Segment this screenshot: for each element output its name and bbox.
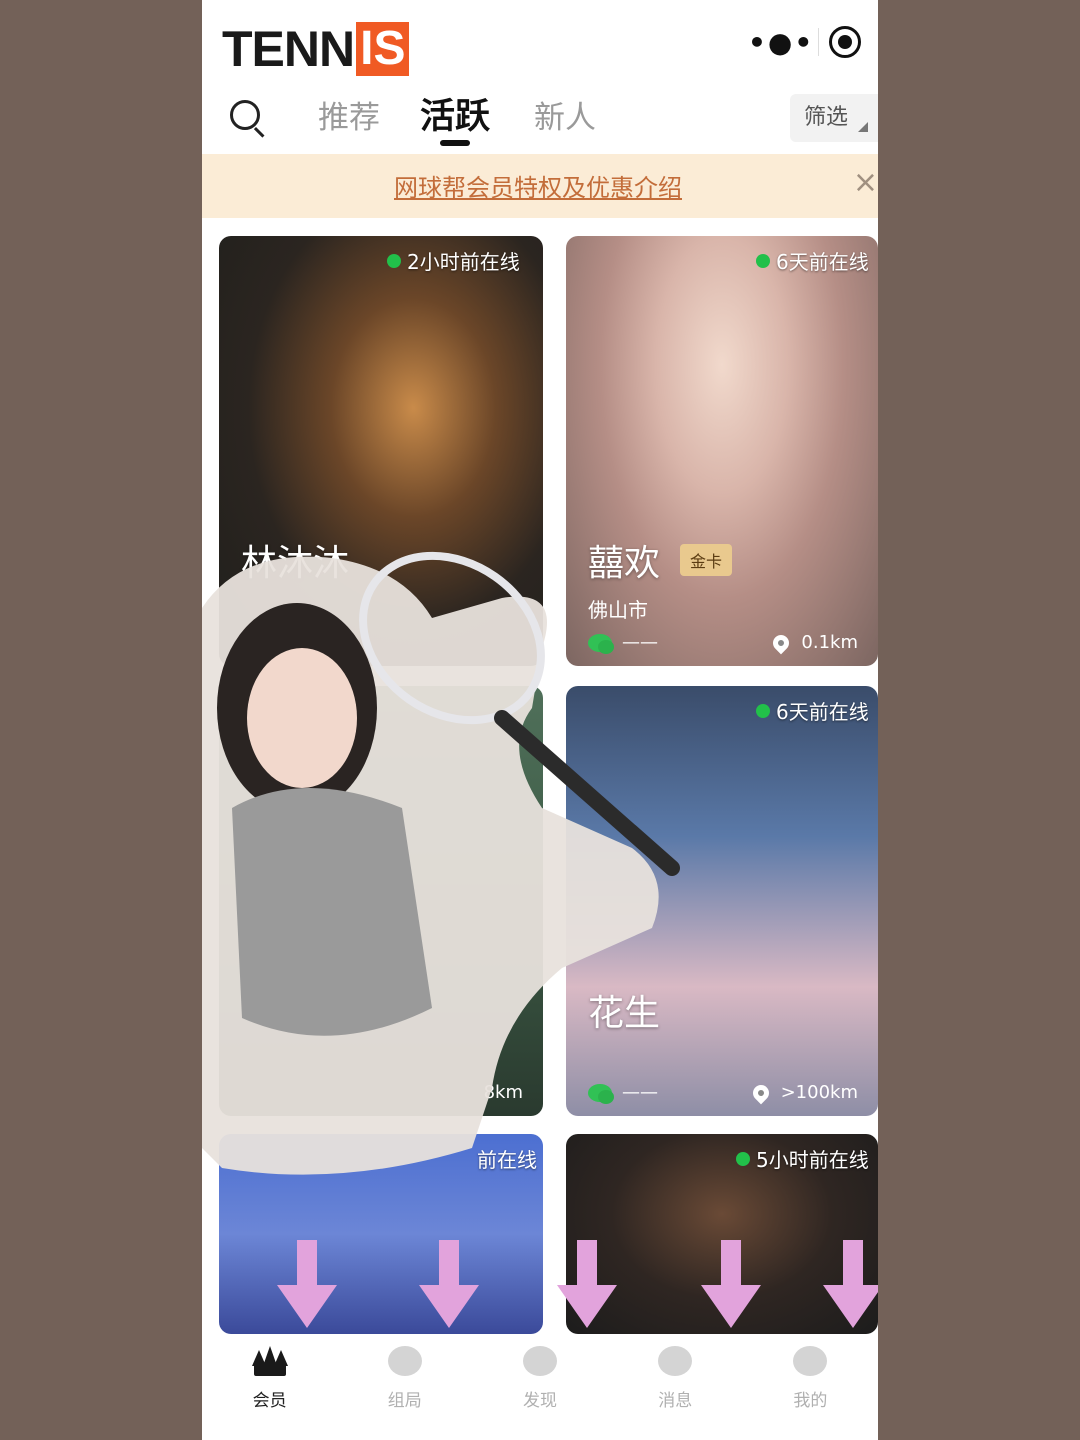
gold-card-badge: 金卡 — [680, 544, 733, 576]
profile-card[interactable]: 5小时前在线 — [566, 1134, 878, 1334]
active-tab-indicator — [440, 140, 470, 146]
wechat-icon — [588, 1083, 614, 1104]
filter-button[interactable]: 筛选 — [790, 94, 878, 142]
tab-new[interactable]: 新人 — [534, 92, 596, 137]
nav-label: 消息 — [658, 1391, 693, 1411]
top-tabs: 推荐 活跃 新人 筛选 — [202, 92, 878, 152]
tab-active[interactable]: 活跃 — [420, 88, 490, 139]
nav-item-group[interactable]: 组局 — [337, 1334, 472, 1440]
chat-icon — [658, 1346, 693, 1376]
online-status: 5小时前在线 — [736, 1144, 869, 1173]
profile-name: 囍欢 — [588, 543, 661, 584]
membership-banner[interactable]: 网球帮会员特权及优惠介绍 × — [202, 154, 878, 218]
profile-name: 花生 — [588, 993, 661, 1034]
nav-label: 组局 — [387, 1391, 422, 1411]
profile-icon — [793, 1346, 828, 1376]
logo-highlight: IS — [356, 22, 410, 76]
wechat-icon — [588, 633, 614, 654]
nav-item-mine[interactable]: 我的 — [743, 1334, 878, 1440]
nav-label: 发现 — [523, 1391, 557, 1411]
online-dot-icon — [756, 703, 770, 718]
close-icon[interactable]: × — [853, 166, 878, 200]
planet-icon — [523, 1346, 557, 1376]
online-status: 6天前在线 — [756, 696, 869, 725]
online-status: 2小时前在线 — [387, 246, 520, 275]
online-dot-icon — [387, 253, 401, 268]
nav-item-discover[interactable]: 发现 — [472, 1334, 607, 1440]
location-pin-icon — [770, 631, 793, 654]
online-status: 6天前在线 — [756, 246, 869, 275]
online-status: 前在线 — [477, 1148, 537, 1172]
tennis-logo: TENN IS — [222, 21, 410, 77]
profile-card[interactable]: 6天前在线 花生 —— >100km — [566, 686, 878, 1116]
nav-item-messages[interactable]: 消息 — [608, 1334, 743, 1440]
filter-corner-icon — [858, 122, 868, 132]
distance: 8km — [483, 1082, 523, 1103]
crown-icon — [251, 1346, 288, 1376]
online-dot-icon — [736, 1151, 750, 1166]
wechat-info: —— — [588, 1082, 658, 1104]
profile-card[interactable]: 2小时前在线 林沐沐 — [219, 236, 543, 666]
profile-card[interactable]: 6天前在线 囍欢 金卡 佛山市 —— 0.1km — [566, 236, 878, 666]
banner-link[interactable]: 网球帮会员特权及优惠介绍 — [394, 168, 682, 203]
profile-card[interactable]: 8km — [219, 686, 543, 1116]
mini-program-capsule: •●• — [748, 16, 878, 68]
location-pin-icon — [749, 1081, 772, 1104]
search-icon[interactable] — [230, 100, 260, 130]
profile-name: 林沐沐 — [241, 543, 350, 584]
distance: >100km — [749, 1081, 858, 1104]
tab-recommend[interactable]: 推荐 — [318, 92, 380, 137]
nav-item-member[interactable]: 会员 — [202, 1334, 337, 1440]
logo-text: TENN — [222, 21, 355, 77]
more-menu-icon[interactable]: •●• — [748, 26, 812, 59]
nav-label: 会员 — [252, 1391, 287, 1411]
profile-card[interactable]: 前在线 — [219, 1134, 543, 1334]
capsule-divider — [818, 28, 819, 56]
profile-city: 佛山市 — [588, 598, 648, 622]
group-icon — [387, 1346, 422, 1376]
wechat-info: —— — [588, 632, 658, 654]
bottom-nav: 会员 组局 发现 消息 我的 — [202, 1334, 878, 1440]
app-screen: TENN IS •●• 推荐 活跃 新人 筛选 网球帮会员特权及优惠介绍 × 2… — [202, 0, 878, 1440]
distance: 0.1km — [770, 631, 858, 654]
filter-label: 筛选 — [804, 105, 849, 130]
online-dot-icon — [756, 253, 770, 268]
close-program-icon[interactable] — [829, 26, 861, 58]
nav-label: 我的 — [793, 1391, 828, 1411]
